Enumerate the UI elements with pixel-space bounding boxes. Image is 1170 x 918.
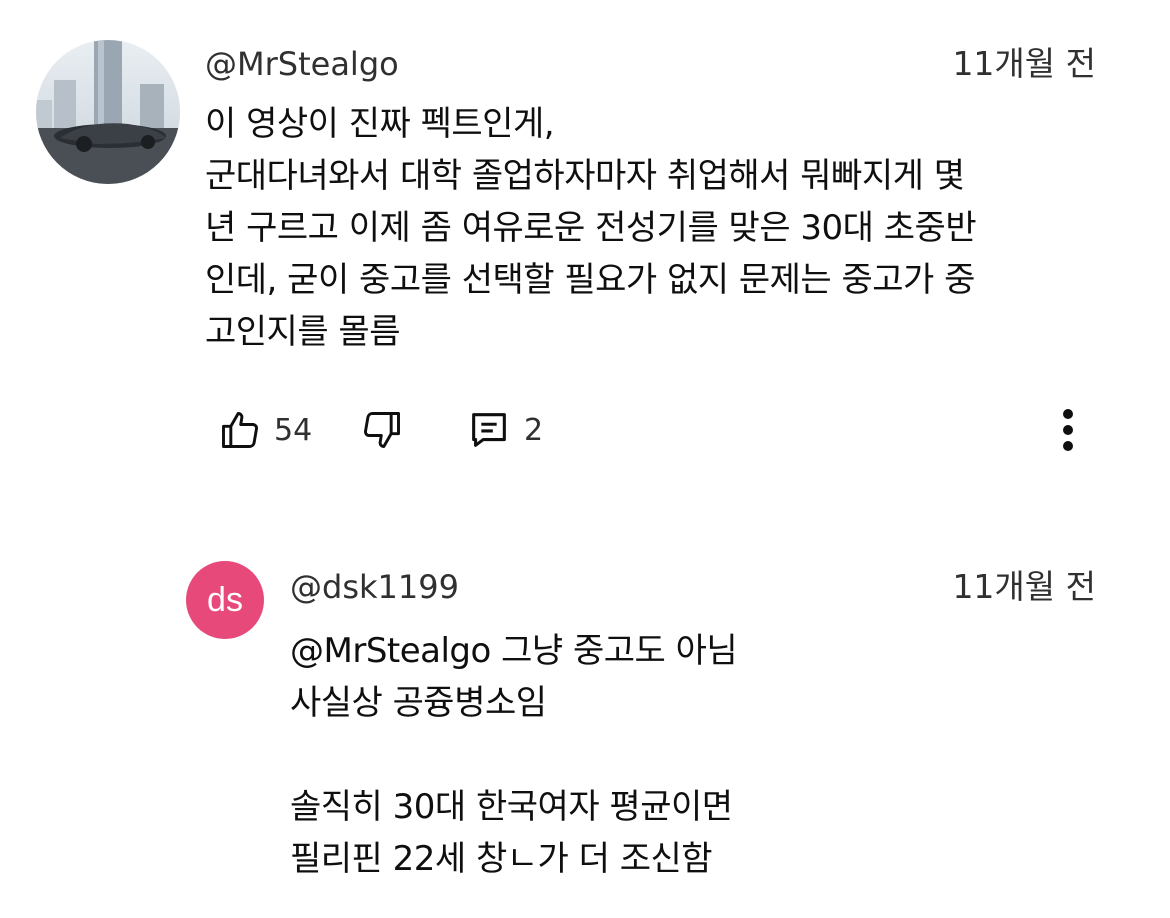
more-options-button[interactable] [1048, 402, 1088, 458]
avatar[interactable] [36, 40, 180, 184]
comment-text: 이 영상이 진짜 펙트인게, 군대다녀와서 대학 졸업하자마자 취업해서 뭐빠지… [205, 104, 977, 352]
reply-timestamp: 11개월 전 [952, 567, 1096, 606]
more-icon [1063, 409, 1073, 419]
reply-avatar[interactable]: ds [186, 561, 264, 639]
like-button[interactable]: 54 [218, 402, 312, 458]
reply-button[interactable]: 2 [466, 402, 543, 458]
comment-author-handle[interactable]: @MrStealgo [205, 44, 399, 84]
thumbs-up-icon [222, 412, 258, 448]
thumbs-down-icon [364, 412, 400, 448]
comment-action-bar: 54 2 [218, 402, 1088, 458]
comment-timestamp: 11개월 전 [952, 44, 1096, 83]
reply-author-handle[interactable]: @dsk1199 [290, 567, 459, 607]
like-count: 54 [274, 412, 313, 448]
reply-text: @MrStealgo 그냥 중고도 아님 사실상 공즁병소임 솔직히 30대 한… [290, 631, 738, 879]
dislike-button[interactable] [360, 402, 404, 458]
avatar-image [36, 40, 180, 184]
comment-icon [472, 413, 506, 447]
reply-count: 2 [524, 412, 544, 448]
